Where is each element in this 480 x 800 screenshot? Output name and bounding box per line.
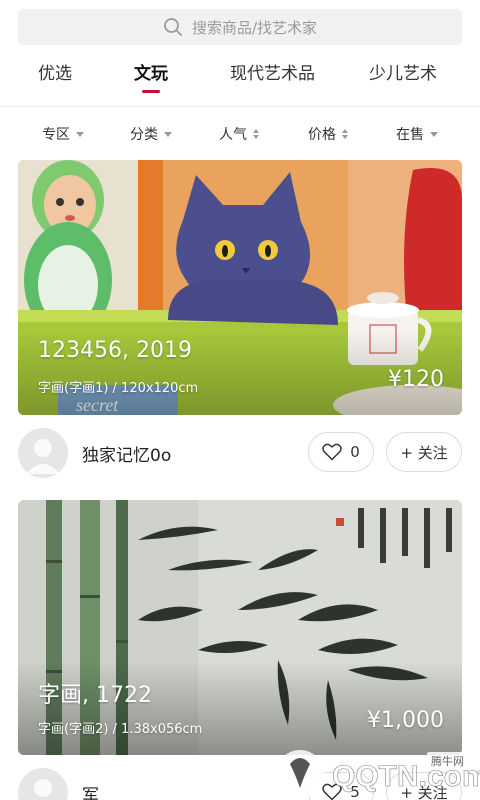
filter-on-sale[interactable]: 在售 — [396, 118, 438, 150]
avatar[interactable] — [18, 768, 68, 800]
tab-label: 少儿艺术 — [369, 64, 437, 84]
filter-label: 价格 — [308, 127, 336, 143]
artwork-card[interactable]: secret 123456, 2019 字画(字画1) / 120x120cm … — [18, 160, 462, 415]
artwork-card[interactable]: 字画, 1722 字画(字画2) / 1.38x056cm ¥1,000 — [18, 500, 462, 755]
filter-popularity[interactable]: 人气 — [219, 118, 259, 150]
caret-down-icon — [164, 132, 172, 137]
filter-category[interactable]: 分类 — [130, 118, 172, 150]
avatar[interactable] — [18, 428, 68, 478]
search-placeholder: 搜索商品/找艺术家 — [191, 18, 318, 37]
like-count: 0 — [350, 443, 360, 461]
artwork-meta: 字画(字画2) / 1.38x056cm — [38, 722, 203, 737]
filter-label: 人气 — [219, 127, 247, 143]
tab-modern-art[interactable]: 现代艺术品 — [230, 56, 315, 106]
search-icon — [164, 18, 182, 36]
tab-label: 文玩 — [134, 64, 168, 84]
tab-label: 优选 — [38, 64, 72, 84]
sort-icon — [253, 129, 259, 139]
artwork-title: 123456, 2019 — [38, 338, 192, 363]
category-tabs: 优选 文玩 现代艺术品 少儿艺术 — [0, 56, 480, 106]
filter-price[interactable]: 价格 — [308, 118, 348, 150]
artwork-meta: 字画(字画1) / 120x120cm — [38, 381, 199, 396]
default-avatar-icon — [34, 779, 52, 797]
default-avatar-icon — [26, 439, 60, 474]
artwork-price: ¥120 — [388, 367, 444, 392]
artist-row: 独家记忆0o 0 + 关注 — [0, 428, 480, 484]
filter-bar: 专区 分类 人气 价格 在售 — [0, 118, 480, 150]
artist-name[interactable]: 独家记忆0o — [82, 441, 171, 466]
tabs-divider — [0, 106, 480, 107]
caret-down-icon — [430, 132, 438, 137]
active-tab-indicator — [142, 90, 160, 93]
sort-icon — [342, 129, 348, 139]
filter-label: 分类 — [130, 127, 158, 143]
like-button[interactable]: 0 — [308, 432, 374, 472]
heart-icon — [322, 443, 342, 461]
tab-youxuan[interactable]: 优选 — [38, 56, 72, 106]
tab-wenwan[interactable]: 文玩 — [134, 56, 168, 106]
filter-label: 专区 — [42, 127, 70, 143]
caret-down-icon — [76, 132, 84, 137]
filter-zone[interactable]: 专区 — [42, 118, 84, 150]
follow-button[interactable]: + 关注 — [386, 432, 462, 472]
filter-label: 在售 — [396, 127, 424, 143]
site-watermark-logo: QQTN.com — [276, 750, 480, 798]
tab-kids-art[interactable]: 少儿艺术 — [369, 56, 437, 106]
artwork-title: 字画, 1722 — [38, 683, 152, 708]
watermark-site-label: 腾牛网 — [427, 752, 468, 770]
artist-name[interactable]: 军 — [82, 781, 99, 800]
tab-label: 现代艺术品 — [230, 64, 315, 84]
search-bar[interactable]: 搜索商品/找艺术家 — [18, 9, 462, 45]
artwork-price: ¥1,000 — [367, 708, 444, 733]
